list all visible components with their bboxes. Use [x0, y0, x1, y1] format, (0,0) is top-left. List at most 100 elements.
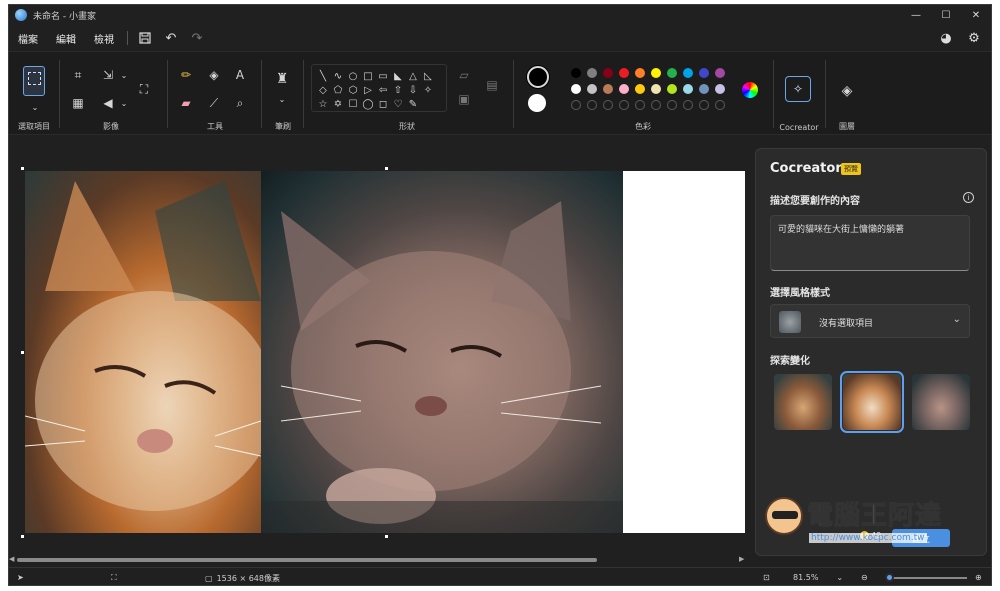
text-tool-icon[interactable]: A [231, 66, 249, 84]
color-swatch[interactable] [571, 84, 581, 94]
lightning-shape-icon[interactable]: ✎ [404, 95, 422, 113]
color-swatch[interactable] [715, 68, 725, 78]
shape-size-icon[interactable]: ▤ [483, 76, 501, 94]
prompt-label: 描述您要創作的內容 [770, 196, 860, 207]
shape-fill-icon[interactable]: ▣ [455, 90, 473, 108]
save-icon[interactable] [132, 27, 158, 49]
crop-icon[interactable]: ⌗ [69, 66, 87, 84]
settings-gear-icon[interactable]: ⚙ [963, 27, 985, 49]
ribbon-divider [513, 60, 514, 128]
color-swatch[interactable] [587, 84, 597, 94]
watermark-text: 電腦王阿達 [806, 501, 943, 532]
fit-to-window-icon[interactable]: ⊡ [763, 573, 770, 582]
color-swatch[interactable] [667, 84, 677, 94]
remove-background-icon[interactable]: ⛶ [135, 80, 153, 98]
chevron-down-icon[interactable]: ⌄ [115, 66, 133, 84]
custom-color-slot[interactable] [603, 100, 613, 110]
custom-color-slot[interactable] [715, 100, 725, 110]
color-swatch[interactable] [683, 68, 693, 78]
custom-color-slot[interactable] [587, 100, 597, 110]
zoom-slider[interactable] [887, 577, 967, 579]
color-swatch[interactable] [651, 68, 661, 78]
color-swatch[interactable] [587, 68, 597, 78]
color-swatch[interactable] [699, 84, 709, 94]
color-swatch[interactable] [619, 84, 629, 94]
scroll-left-icon[interactable]: ◀ [9, 555, 14, 563]
color-swatch[interactable] [603, 84, 613, 94]
custom-color-slot[interactable] [619, 100, 629, 110]
color-1-selector[interactable] [527, 66, 549, 88]
image-group-label: 影像 [103, 122, 119, 131]
minimize-button[interactable]: — [901, 5, 931, 25]
menu-file[interactable]: 檔案 [9, 31, 47, 46]
style-dropdown[interactable]: 沒有選取項目 ⌄ [770, 304, 970, 338]
color-2-selector[interactable] [528, 94, 546, 112]
resize-handle[interactable] [385, 535, 388, 538]
color-picker-icon[interactable]: ⟋ [205, 94, 223, 112]
ribbon-divider [261, 60, 262, 128]
custom-color-slot[interactable] [571, 100, 581, 110]
drawing-canvas[interactable] [25, 171, 745, 533]
color-swatch[interactable] [651, 84, 661, 94]
resize-handle[interactable] [21, 351, 24, 354]
color-swatch[interactable] [667, 68, 677, 78]
custom-color-slot[interactable] [635, 100, 645, 110]
fill-bucket-icon[interactable]: ◈ [205, 66, 223, 84]
color-swatch[interactable] [699, 68, 709, 78]
chevron-down-icon[interactable]: ⌄ [26, 98, 44, 116]
color-swatch[interactable] [571, 68, 581, 78]
info-icon[interactable]: i [963, 192, 974, 203]
zoom-slider-thumb[interactable] [885, 573, 894, 582]
custom-color-slot[interactable] [683, 100, 693, 110]
color-wheel-icon[interactable] [742, 82, 758, 98]
menu-view[interactable]: 檢視 [85, 31, 123, 46]
shape-outline-icon[interactable]: ▱ [455, 66, 473, 84]
resize-handle[interactable] [21, 535, 24, 538]
resize-handle[interactable] [385, 167, 388, 170]
redo-icon[interactable]: ↷ [184, 27, 210, 49]
scroll-right-icon[interactable]: ▶ [739, 555, 744, 563]
chevron-down-icon[interactable]: ⌄ [273, 90, 291, 108]
magnifier-icon[interactable]: ⌕ [231, 94, 249, 112]
zoom-dropdown[interactable]: 81.5% ⌄ [793, 573, 843, 582]
variation-thumbnail-3[interactable] [912, 374, 970, 430]
image-adjust-icon[interactable]: ▦ [69, 94, 87, 112]
maximize-button[interactable]: ☐ [931, 5, 961, 25]
horizontal-scrollbar[interactable]: ◀ ▶ [9, 555, 753, 565]
close-button[interactable]: ✕ [961, 5, 991, 25]
zoom-out-icon[interactable]: ⊖ [861, 573, 868, 582]
scrollbar-thumb[interactable] [17, 558, 597, 562]
sparkle-icon: ✧ [792, 82, 804, 96]
chevron-down-icon[interactable]: ⌄ [115, 94, 133, 112]
resize-handle[interactable] [21, 167, 24, 170]
orange-cat-photo [25, 171, 261, 533]
layers-icon[interactable]: ◈ [838, 82, 856, 100]
custom-color-slot[interactable] [699, 100, 709, 110]
cocreator-button[interactable]: ✧ [785, 76, 811, 102]
custom-color-slot[interactable] [651, 100, 661, 110]
canvas-workspace[interactable] [9, 136, 753, 555]
window-controls: — ☐ ✕ [901, 5, 991, 25]
brush-icon[interactable]: ♜ [273, 70, 291, 88]
eraser-icon[interactable]: ▰ [177, 94, 195, 112]
color-swatch[interactable] [603, 68, 613, 78]
account-icon[interactable]: ◕ [935, 27, 957, 49]
style-label: 選擇風格樣式 [770, 288, 830, 299]
variation-thumbnail-1[interactable] [774, 374, 832, 430]
variation-thumbnail-2[interactable] [840, 371, 904, 433]
color-swatch[interactable] [635, 68, 645, 78]
selection-tool-button[interactable] [23, 66, 45, 96]
menu-edit[interactable]: 編輯 [47, 31, 85, 46]
custom-color-slot[interactable] [667, 100, 677, 110]
paint-app-icon [15, 9, 27, 21]
zoom-in-icon[interactable]: ⊕ [975, 573, 982, 582]
grey-cat-photo [261, 171, 623, 533]
undo-icon[interactable]: ↶ [158, 27, 184, 49]
color-swatch[interactable] [619, 68, 629, 78]
prompt-input[interactable]: 可愛的貓咪在大街上慵懶的躺著 [770, 215, 970, 271]
color-swatch[interactable] [683, 84, 693, 94]
layers-group-label: 圖層 [839, 122, 855, 131]
pencil-icon[interactable]: ✏ [177, 66, 195, 84]
color-swatch[interactable] [715, 84, 725, 94]
color-swatch[interactable] [635, 84, 645, 94]
